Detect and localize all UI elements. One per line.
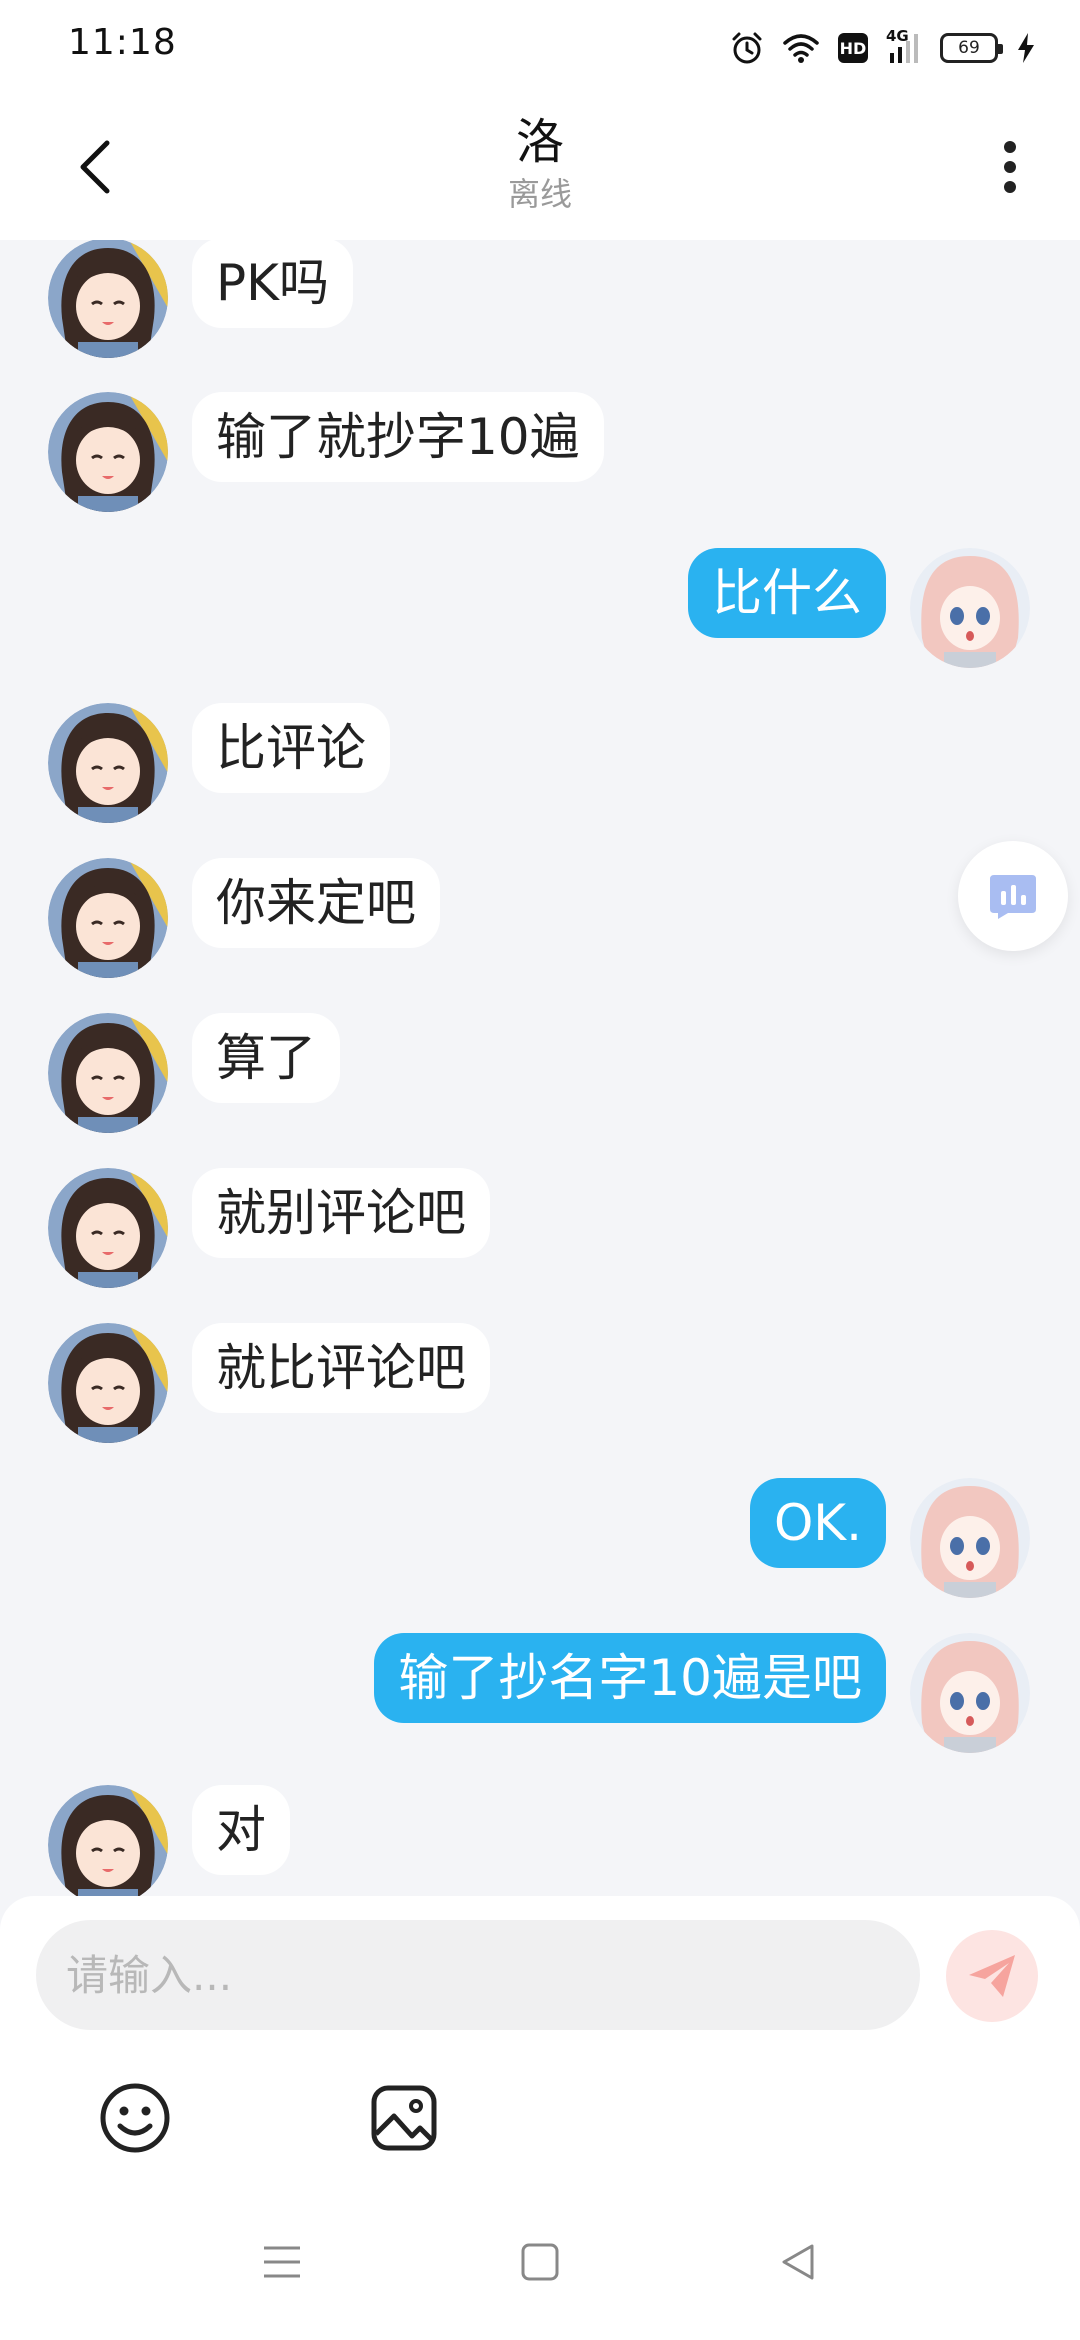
contact-avatar[interactable] (48, 1785, 168, 1896)
signal-indicator: 4G (886, 27, 922, 65)
status-bar: 11:18 HD 4G 69 (0, 0, 1080, 96)
status-time: 11:18 (68, 22, 177, 63)
smiley-icon (100, 2083, 170, 2153)
message-bubble[interactable]: 算了 (192, 1013, 340, 1103)
user-avatar[interactable] (910, 1478, 1030, 1598)
message-bubble[interactable]: 你来定吧 (192, 858, 440, 948)
message-received: 输了就抄字10遍 (48, 392, 648, 512)
message-received: 就比评论吧 (48, 1323, 608, 1443)
page-title: 洛 (515, 114, 564, 170)
hd-badge: HD (838, 33, 868, 63)
message-bubble[interactable]: 比评论 (192, 703, 390, 793)
message-received: 你来定吧 (48, 858, 548, 978)
bar-chart-icon (990, 875, 1036, 919)
nav-back-button[interactable] (768, 2232, 828, 2292)
message-bubble[interactable]: 就比评论吧 (192, 1323, 490, 1413)
contact-avatar[interactable] (48, 1013, 168, 1133)
emoji-button[interactable] (95, 2078, 175, 2158)
triangle-back-icon (782, 2244, 814, 2280)
contact-avatar[interactable] (48, 392, 168, 512)
chat-header: 洛 离线 (0, 96, 1080, 240)
send-button[interactable] (946, 1930, 1038, 2022)
wifi-icon (783, 34, 819, 63)
back-button[interactable] (60, 132, 130, 202)
contact-avatar[interactable] (48, 858, 168, 978)
alarm-icon (732, 32, 762, 64)
message-bubble[interactable]: 对 (192, 1785, 290, 1875)
square-icon (521, 2243, 559, 2281)
message-bubble[interactable]: 就别评论吧 (192, 1168, 490, 1258)
more-options-button[interactable] (980, 132, 1040, 202)
online-status: 离线 (507, 175, 572, 213)
title-block: 洛 离线 (290, 110, 790, 214)
message-sent: 输了抄名字10遍是吧 (310, 1633, 1030, 1753)
message-sent: OK. (630, 1478, 1030, 1598)
charging-icon (1018, 33, 1034, 63)
nav-home-button[interactable] (510, 2232, 570, 2292)
contact-avatar[interactable] (48, 1168, 168, 1288)
message-bubble[interactable]: PK吗 (192, 240, 353, 328)
image-button[interactable] (364, 2078, 444, 2158)
message-input[interactable] (36, 1920, 920, 2030)
signal-icon (890, 34, 918, 63)
message-bubble[interactable]: 比什么 (688, 548, 886, 638)
message-bubble[interactable]: 输了抄名字10遍是吧 (374, 1633, 886, 1723)
contact-avatar[interactable] (48, 703, 168, 823)
battery-icon: 69 (940, 33, 1003, 63)
message-list[interactable]: PK吗 输了就抄字10遍 比什么 比评论 你来定吧 算了 就别评论吧 就比评论吧… (0, 240, 1080, 1896)
message-bubble[interactable]: 输了就抄字10遍 (192, 392, 604, 482)
battery-level: 69 (958, 38, 980, 58)
message-bubble[interactable]: OK. (749, 1478, 886, 1568)
image-icon (371, 2085, 437, 2151)
menu-icon (264, 2246, 300, 2278)
message-received: PK吗 (48, 240, 448, 358)
nav-menu-button[interactable] (252, 2232, 312, 2292)
user-avatar[interactable] (910, 548, 1030, 668)
message-received: 对 (48, 1785, 448, 1896)
floating-action-button[interactable] (958, 841, 1068, 951)
paper-plane-icon (969, 1955, 1015, 1997)
message-received: 就别评论吧 (48, 1168, 608, 1288)
more-vertical-icon (1004, 141, 1016, 193)
user-avatar[interactable] (910, 1633, 1030, 1753)
message-sent: 比什么 (630, 548, 1030, 668)
status-icons: HD 4G 69 (730, 24, 1036, 72)
contact-avatar[interactable] (48, 240, 168, 358)
message-received: 比评论 (48, 703, 448, 823)
contact-avatar[interactable] (48, 1323, 168, 1443)
chevron-left-icon (80, 140, 110, 194)
message-received: 算了 (48, 1013, 448, 1133)
